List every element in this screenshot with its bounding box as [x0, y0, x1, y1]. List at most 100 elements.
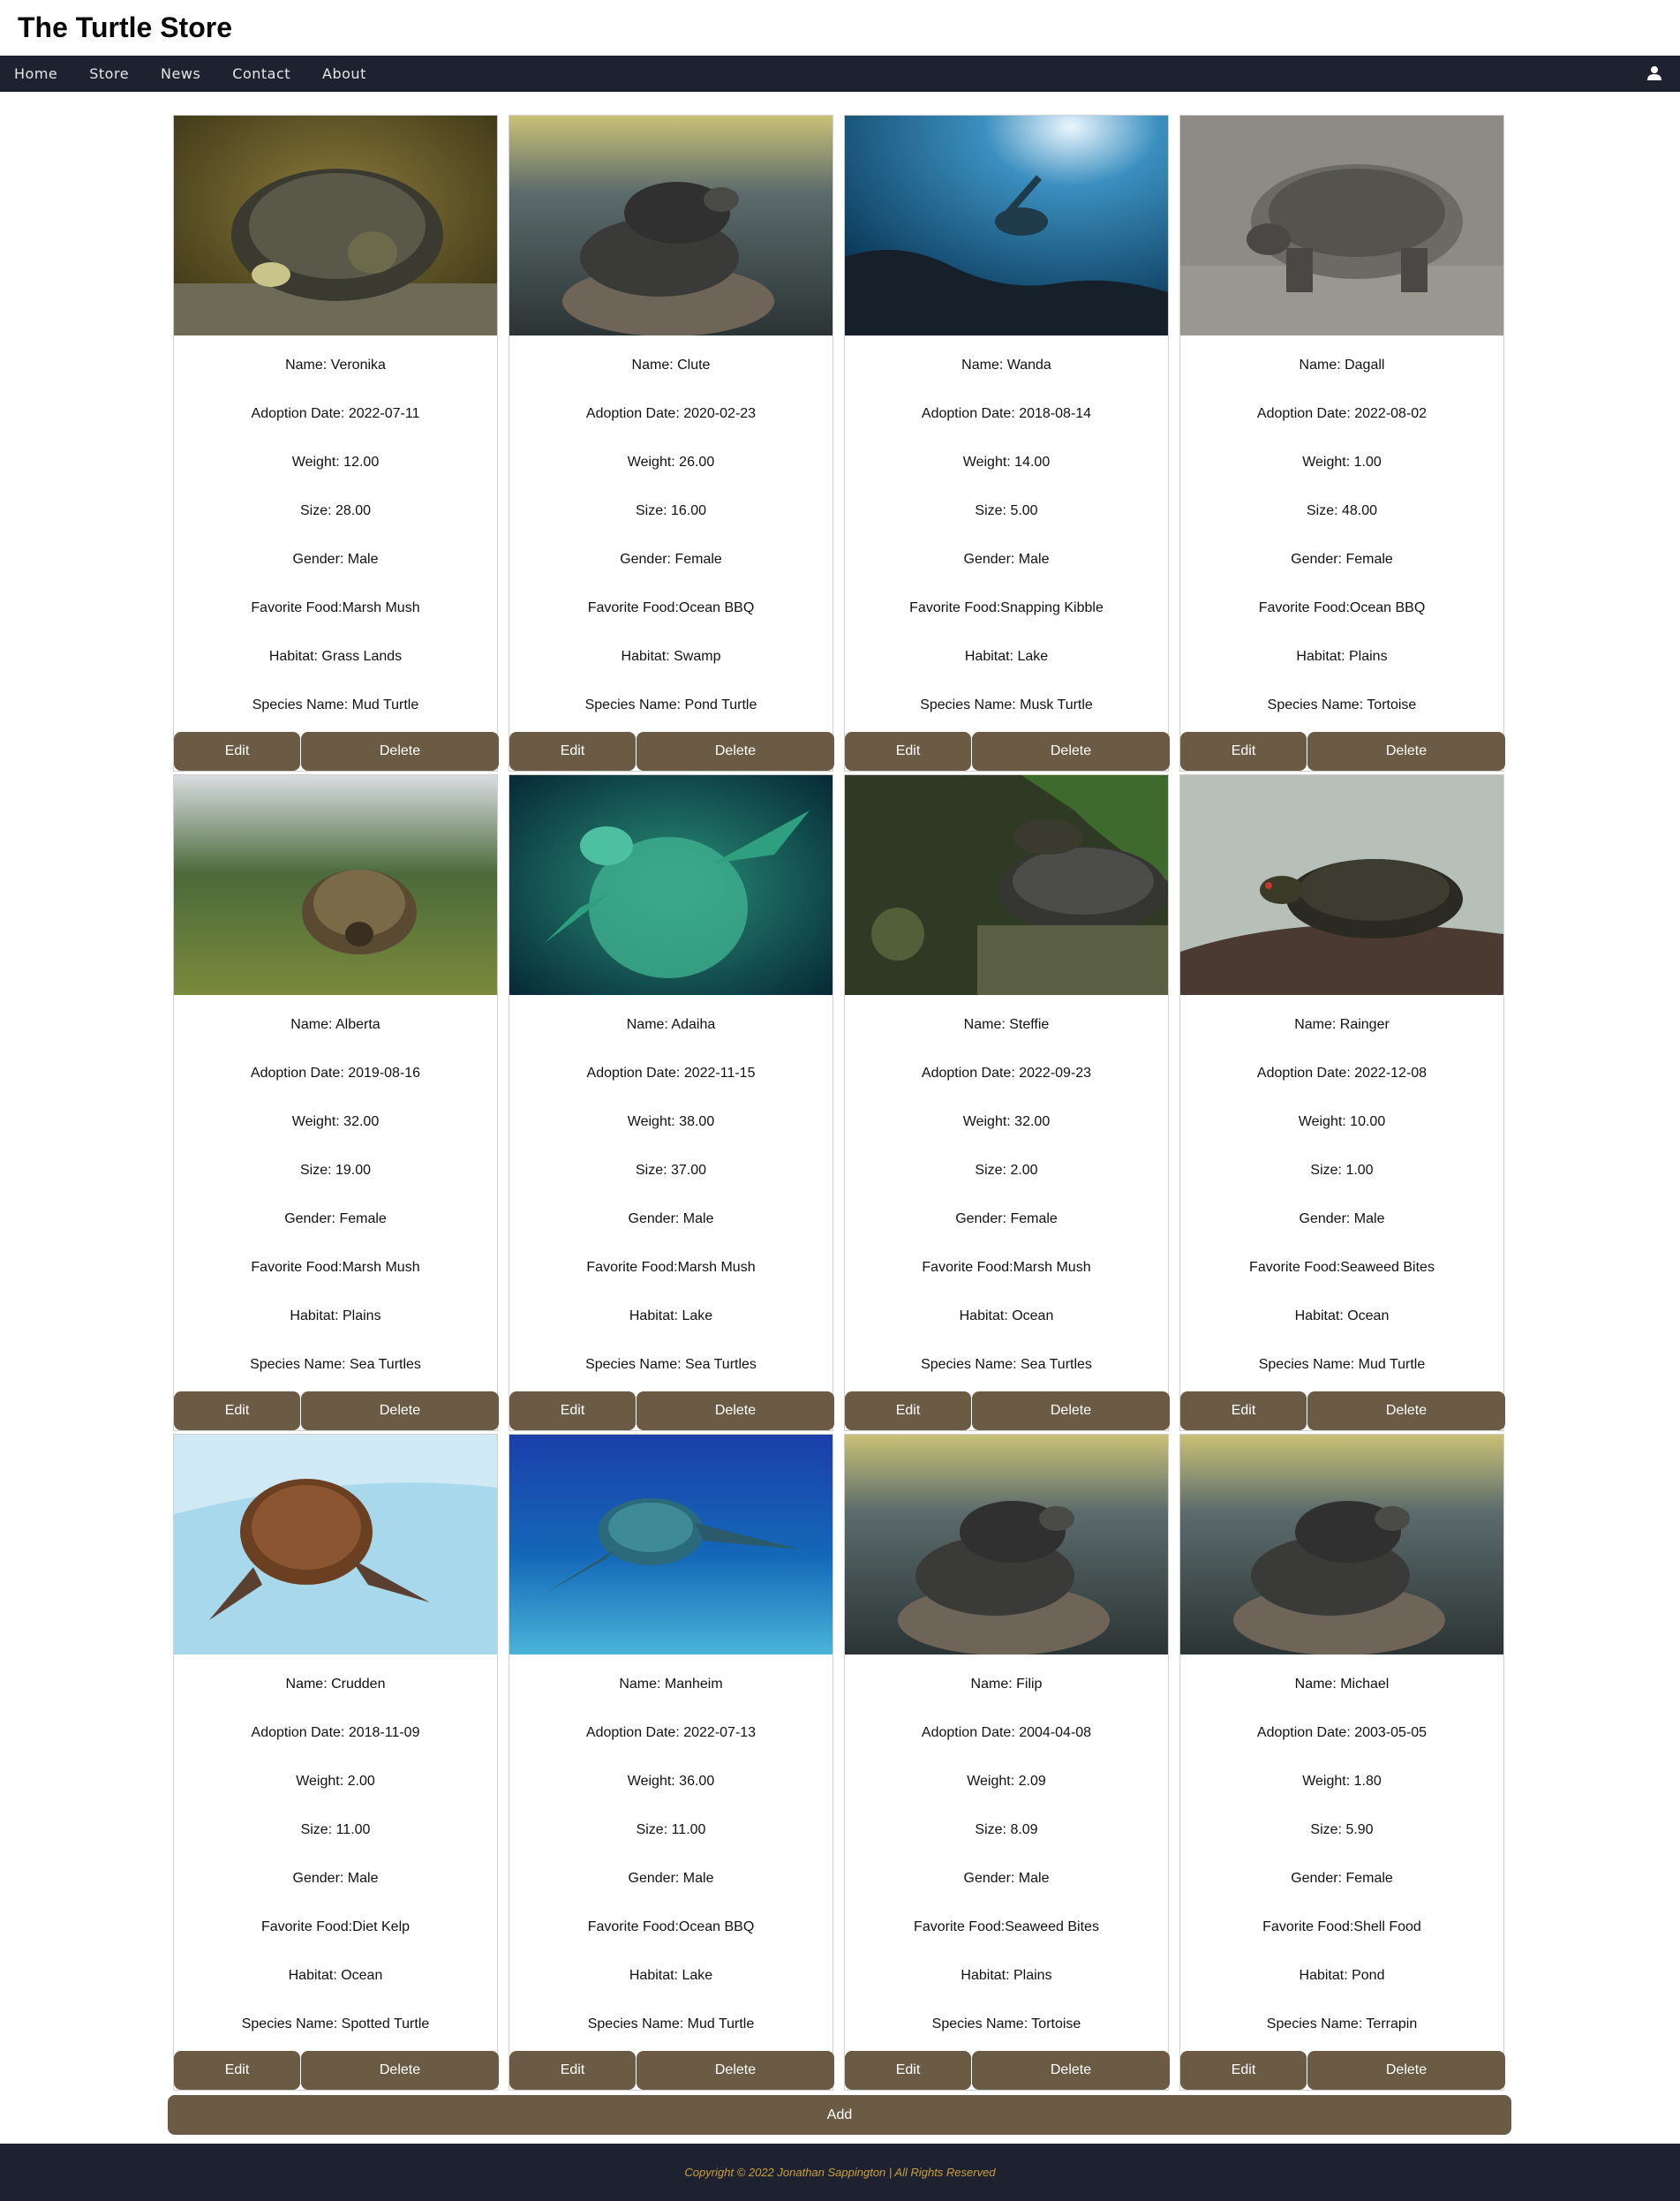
- nav-item-store[interactable]: Store: [89, 65, 129, 82]
- turtle-photo: [845, 775, 1168, 995]
- turtle-card: Name: Dagall Adoption Date: 2022-08-02 Wei…: [1179, 115, 1505, 772]
- species-name: Species Name: Mud Turtle: [1258, 1357, 1426, 1372]
- turtle-info: Name: Clute Adoption Date: 2020-02-23 Weig…: [509, 341, 832, 729]
- site-title: The Turtle Store: [18, 11, 232, 43]
- turtle-info: Name: Rainger Adoption Date: 2022-12-08 We…: [1180, 1000, 1503, 1389]
- turtle-card: Name: Clute Adoption Date: 2020-02-23 Weig…: [509, 115, 834, 772]
- species-name: Species Name: Pond Turtle: [584, 697, 757, 712]
- turtle-habitat: Habitat: Plains: [961, 1968, 1052, 1983]
- turtle-habitat: Habitat: Lake: [629, 1308, 713, 1323]
- turtle-weight: Weight: 1.00: [1302, 455, 1382, 470]
- turtle-habitat: Habitat: Grass Lands: [268, 649, 403, 664]
- delete-button[interactable]: Delete: [972, 2051, 1170, 2090]
- turtle-habitat: Habitat: Lake: [964, 649, 1049, 664]
- turtle-name: Name: Clute: [631, 358, 711, 373]
- favorite-food: Favorite Food:Ocean BBQ: [587, 600, 755, 615]
- delete-button[interactable]: Delete: [1307, 732, 1505, 771]
- species-name: Species Name: Musk Turtle: [920, 697, 1093, 712]
- turtle-habitat: Habitat: Ocean: [1294, 1308, 1390, 1323]
- turtle-gender: Gender: Male: [1299, 1211, 1385, 1226]
- turtle-gender: Gender: Male: [292, 552, 379, 567]
- turtle-photo: [1180, 1435, 1503, 1655]
- edit-button[interactable]: Edit: [174, 2051, 300, 2090]
- edit-button[interactable]: Edit: [845, 732, 971, 771]
- turtle-weight: Weight: 12.00: [291, 455, 380, 470]
- edit-button[interactable]: Edit: [509, 2051, 636, 2090]
- edit-button[interactable]: Edit: [509, 1391, 636, 1430]
- adoption-date: Adoption Date: 2022-08-02: [1256, 406, 1428, 421]
- nav-item-about[interactable]: About: [322, 65, 366, 82]
- turtle-size: Size: 1.00: [1310, 1163, 1374, 1178]
- turtle-habitat: Habitat: Swamp: [621, 649, 721, 664]
- turtle-size: Size: 16.00: [635, 503, 707, 518]
- delete-button[interactable]: Delete: [637, 2051, 834, 2090]
- delete-button[interactable]: Delete: [301, 1391, 499, 1430]
- turtle-gender: Gender: Male: [292, 1871, 379, 1886]
- card-actions: Edit Delete: [509, 2051, 834, 2090]
- turtle-weight: Weight: 10.00: [1298, 1114, 1386, 1129]
- turtle-habitat: Habitat: Ocean: [959, 1308, 1054, 1323]
- turtle-size: Size: 11.00: [300, 1822, 371, 1837]
- species-name: Species Name: Mud Turtle: [587, 2016, 755, 2031]
- turtle-info: Name: Crudden Adoption Date: 2018-11-09 We…: [174, 1660, 497, 2048]
- edit-button[interactable]: Edit: [1180, 2051, 1307, 2090]
- adoption-date: Adoption Date: 2018-08-14: [921, 406, 1092, 421]
- add-button[interactable]: Add: [168, 2095, 1511, 2135]
- nav-bar: Home Store News Contact About: [0, 56, 1680, 92]
- edit-button[interactable]: Edit: [509, 732, 636, 771]
- turtle-habitat: Habitat: Ocean: [288, 1968, 383, 1983]
- favorite-food: Favorite Food:Seaweed Bites: [1249, 1260, 1435, 1275]
- header: The Turtle Store: [0, 0, 1680, 56]
- edit-button[interactable]: Edit: [845, 1391, 971, 1430]
- turtle-info: Name: Adaiha Adoption Date: 2022-11-15 Wei…: [509, 1000, 832, 1389]
- turtle-photo: [1180, 775, 1503, 995]
- turtle-name: Name: Rainger: [1294, 1017, 1390, 1032]
- turtle-size: Size: 2.00: [975, 1163, 1038, 1178]
- nav-item-home[interactable]: Home: [14, 65, 57, 82]
- turtle-photo: [509, 116, 832, 335]
- adoption-date: Adoption Date: 2020-02-23: [585, 406, 757, 421]
- turtle-weight: Weight: 1.80: [1302, 1774, 1382, 1789]
- turtle-card: Name: Rainger Adoption Date: 2022-12-08 We…: [1179, 774, 1505, 1431]
- delete-button[interactable]: Delete: [637, 732, 834, 771]
- edit-button[interactable]: Edit: [1180, 1391, 1307, 1430]
- turtle-size: Size: 37.00: [635, 1163, 707, 1178]
- delete-button[interactable]: Delete: [1307, 2051, 1505, 2090]
- turtle-size: Size: 28.00: [299, 503, 372, 518]
- adoption-date: Adoption Date: 2022-11-15: [586, 1066, 756, 1081]
- turtle-name: Name: Dagall: [1299, 358, 1385, 373]
- species-name: Species Name: Terrapin: [1266, 2016, 1418, 2031]
- turtle-gender: Gender: Female: [1291, 552, 1393, 567]
- card-actions: Edit Delete: [845, 1391, 1170, 1430]
- user-icon[interactable]: [1646, 65, 1662, 81]
- turtle-weight: Weight: 2.09: [967, 1774, 1046, 1789]
- card-actions: Edit Delete: [845, 2051, 1170, 2090]
- delete-button[interactable]: Delete: [301, 732, 499, 771]
- turtle-size: Size: 19.00: [299, 1163, 372, 1178]
- delete-button[interactable]: Delete: [301, 2051, 499, 2090]
- turtle-habitat: Habitat: Plains: [290, 1308, 381, 1323]
- nav-item-news[interactable]: News: [161, 65, 200, 82]
- turtle-card: Name: Veronika Adoption Date: 2022-07-11 W…: [173, 115, 499, 772]
- delete-button[interactable]: Delete: [1307, 1391, 1505, 1430]
- turtle-photo: [509, 775, 832, 995]
- turtle-weight: Weight: 38.00: [627, 1114, 715, 1129]
- turtle-photo: [174, 775, 497, 995]
- edit-button[interactable]: Edit: [174, 1391, 300, 1430]
- edit-button[interactable]: Edit: [845, 2051, 971, 2090]
- delete-button[interactable]: Delete: [637, 1391, 834, 1430]
- turtle-name: Name: Steffie: [963, 1017, 1050, 1032]
- edit-button[interactable]: Edit: [1180, 732, 1307, 771]
- card-actions: Edit Delete: [174, 732, 499, 771]
- adoption-date: Adoption Date: 2003-05-05: [1256, 1725, 1428, 1740]
- favorite-food: Favorite Food:Snapping Kibble: [909, 600, 1104, 615]
- turtle-name: Name: Crudden: [285, 1677, 386, 1692]
- turtle-card: Name: Steffie Adoption Date: 2022-09-23 We…: [844, 774, 1170, 1431]
- delete-button[interactable]: Delete: [972, 1391, 1170, 1430]
- turtle-card: Name: Crudden Adoption Date: 2018-11-09 We…: [173, 1434, 499, 2091]
- delete-button[interactable]: Delete: [972, 732, 1170, 771]
- nav-item-contact[interactable]: Contact: [232, 65, 290, 82]
- edit-button[interactable]: Edit: [174, 732, 300, 771]
- adoption-date: Adoption Date: 2004-04-08: [921, 1725, 1092, 1740]
- turtle-info: Name: Alberta Adoption Date: 2019-08-16 We…: [174, 1000, 497, 1389]
